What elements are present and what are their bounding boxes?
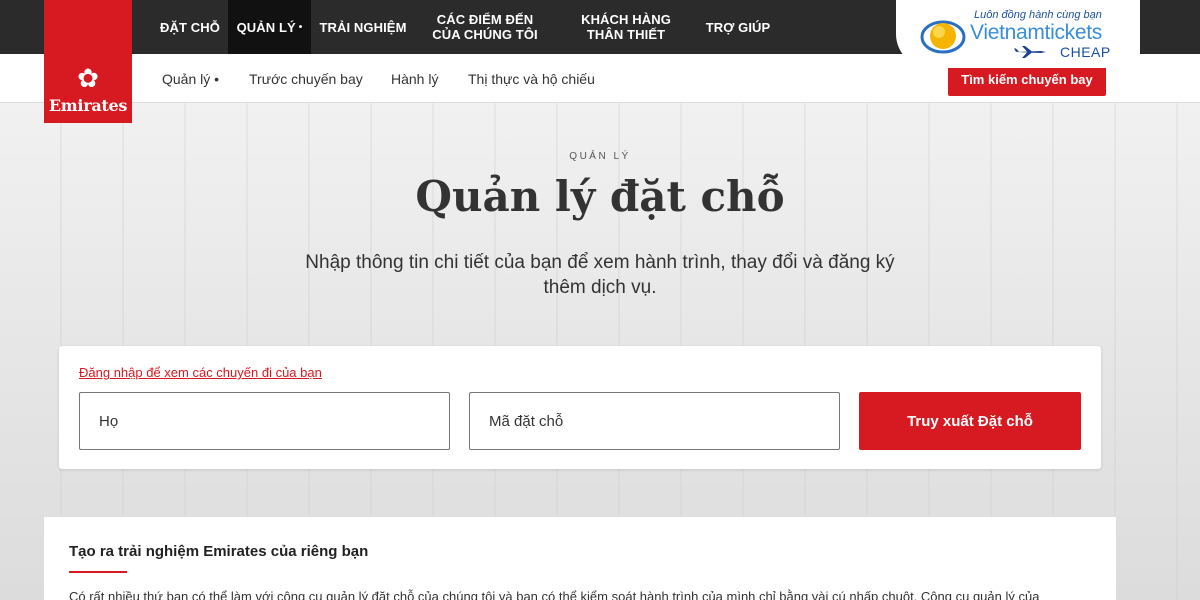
nav-item-label: QUẢN LÝ xyxy=(236,19,296,35)
last-name-input[interactable] xyxy=(79,392,450,450)
subnav-item-label: Hành lý xyxy=(391,70,439,87)
nav-item-label-line2: CỦA CHÚNG TÔI xyxy=(432,27,538,42)
nav-item-help[interactable]: TRỢ GIÚP xyxy=(696,0,780,54)
nav-item-label-line2: THÂN THIẾT xyxy=(586,27,666,42)
watermark-name: Vietnamtickets xyxy=(970,21,1102,44)
watermark-badge: Luôn đồng hành cùng bạn Vietnamtickets C… xyxy=(896,0,1140,68)
subnav-item-baggage[interactable]: Hành lý xyxy=(391,54,438,103)
subnav-item-before-flight[interactable]: Trước chuyến bay xyxy=(249,54,363,103)
nav-item-label-line1: CÁC ĐIỂM ĐẾN xyxy=(436,12,534,27)
nav-item-label: ĐẶT CHỖ xyxy=(160,19,220,35)
info-title: Tạo ra trải nghiệm Emirates của riêng bạ… xyxy=(69,543,369,560)
hero-subtitle: Nhập thông tin chi tiết của bạn để xem h… xyxy=(305,252,895,298)
watermark-tagline: Luôn đồng hành cùng bạn xyxy=(974,9,1102,21)
active-dot: • xyxy=(298,21,303,33)
airplane-icon xyxy=(1014,46,1046,58)
subnav-item-label: Quản lý • xyxy=(162,70,220,87)
login-link[interactable]: Đăng nhập để xem các chuyến đi của bạn xyxy=(79,365,322,380)
nav-item-booking[interactable]: ĐẶT CHỖ xyxy=(152,0,228,54)
hero-eyebrow: QUẢN LÝ xyxy=(569,151,631,162)
booking-reference-input[interactable] xyxy=(469,392,840,450)
retrieve-booking-button[interactable]: Truy xuất Đặt chỗ xyxy=(859,392,1081,450)
globe-icon xyxy=(920,20,966,54)
emirates-logo[interactable]: ✿ Emirates xyxy=(44,0,132,123)
nav-item-label: TRỢ GIÚP xyxy=(705,19,771,35)
nav-item-loyalty[interactable]: KHÁCH HÀNG THÂN THIẾT xyxy=(568,0,684,54)
info-text: Có rất nhiều thứ bạn có thể làm với công… xyxy=(69,589,1040,600)
subnav-item-label: Thị thực và hộ chiếu xyxy=(468,70,595,87)
subnav-item-manage[interactable]: Quản lý • xyxy=(162,54,219,103)
nav-item-destinations[interactable]: CÁC ĐIỂM ĐẾN CỦA CHÚNG TÔI xyxy=(420,0,550,54)
nav-item-label: TRẢI NGHIỆM xyxy=(319,19,407,35)
nav-item-experience[interactable]: TRẢI NGHIỆM xyxy=(311,0,415,54)
nav-item-manage[interactable]: QUẢN LÝ • xyxy=(228,0,311,54)
watermark-sub: CHEAP xyxy=(1060,44,1111,60)
subnav-item-label: Trước chuyến bay xyxy=(249,70,363,87)
emirates-emblem-icon: ✿ xyxy=(77,64,99,94)
nav-item-label-line1: KHÁCH HÀNG xyxy=(581,12,671,27)
title-underline xyxy=(69,571,127,573)
logo-text: Emirates xyxy=(48,96,128,115)
page-title: Quản lý đặt chỗ xyxy=(415,172,785,221)
subnav-item-visa-passport[interactable]: Thị thực và hộ chiếu xyxy=(468,54,595,103)
